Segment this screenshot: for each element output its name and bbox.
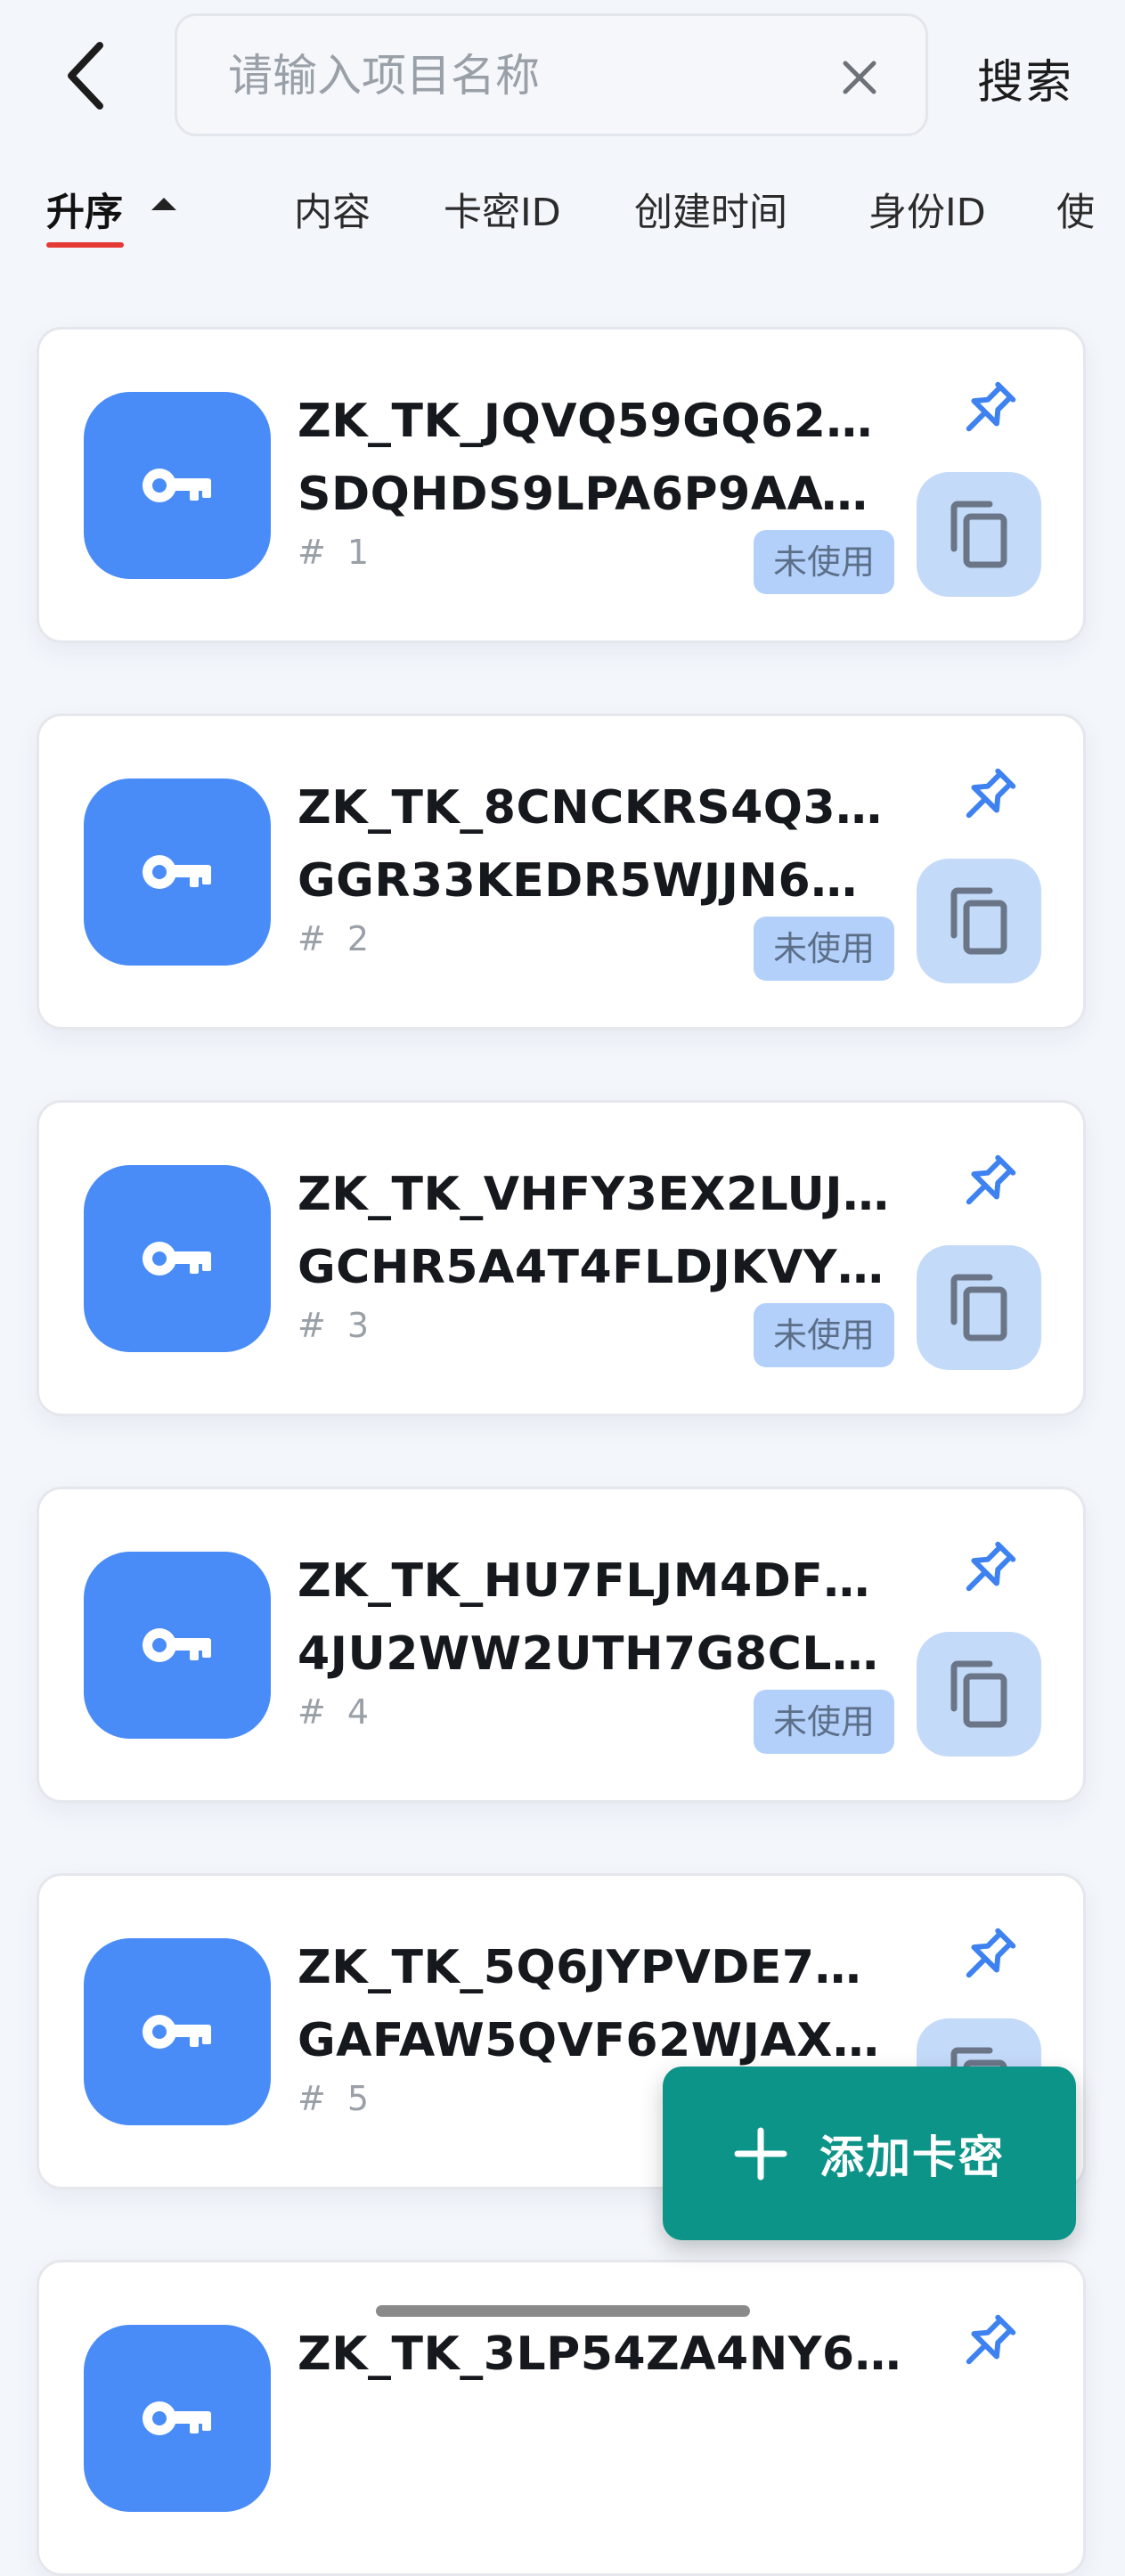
close-icon[interactable] [838, 56, 881, 99]
hash-icon: # [298, 919, 326, 958]
status-badge: 未使用 [754, 1303, 894, 1367]
card-secret-line-1: ZK_TK_HU7FLJM4DFV9E [298, 1554, 903, 1608]
hash-icon: # [298, 533, 326, 572]
key-tile [84, 779, 271, 966]
sort-option-more[interactable]: 使 [1056, 182, 1095, 237]
card-item[interactable]: ZK_TK_JQVQ59GQ62Y96 SDQHDS9LPA6P9AAW7… #… [37, 327, 1086, 643]
key-icon [143, 855, 211, 889]
card-index: #2 [298, 919, 369, 958]
card-index: #1 [298, 533, 369, 572]
key-tile [84, 1165, 271, 1352]
pin-icon[interactable] [952, 1147, 1023, 1219]
card-secret-line-1: ZK_TK_8CNCKRS4Q3FYT [298, 781, 903, 835]
key-icon [143, 2015, 211, 2049]
copy-button[interactable] [917, 472, 1041, 597]
copy-button[interactable] [917, 1632, 1041, 1757]
sort-option-identity-id[interactable]: 身份ID [868, 182, 986, 237]
sort-bar: 升序 内容 卡密ID 创建时间 身份ID 使 [0, 169, 1125, 254]
plus-icon [734, 2127, 787, 2180]
card-secret: ZK_TK_3LP54ZA4NY6HN [298, 2318, 903, 2391]
card-item[interactable]: ZK_TK_HU7FLJM4DFV9E 4JU2WW2UTH7G8CL7Z… #… [37, 1487, 1086, 1803]
back-button[interactable] [53, 36, 116, 116]
card-index-number: 2 [346, 919, 370, 958]
card-secret-line-2: SDQHDS9LPA6P9AAW7… [298, 468, 903, 521]
caret-up-icon [151, 198, 176, 210]
card-index: #5 [298, 2079, 369, 2118]
card-secret: ZK_TK_JQVQ59GQ62Y96 SDQHDS9LPA6P9AAW7… [298, 385, 903, 531]
key-icon [143, 1242, 211, 1276]
card-secret-line-2: GGR33KEDR5WJJN6M… [298, 854, 903, 908]
pin-icon[interactable] [952, 2307, 1023, 2378]
sort-option-card-id[interactable]: 卡密ID [444, 182, 561, 237]
sort-option-content[interactable]: 内容 [294, 182, 371, 237]
hash-icon: # [298, 2079, 326, 2118]
card-secret-line-1: ZK_TK_VHFY3EX2LUJNE [298, 1168, 903, 1221]
card-index-number: 3 [346, 1306, 370, 1345]
hash-icon: # [298, 1306, 326, 1345]
card-item[interactable]: ZK_TK_VHFY3EX2LUJNE GCHR5A4T4FLDJKVYP… #… [37, 1100, 1086, 1416]
copy-icon [950, 1274, 1007, 1341]
active-tab-underline [46, 242, 124, 248]
card-secret-line-1: ZK_TK_5Q6JYPVDE7WU4 [298, 1941, 903, 1994]
card-index-number: 5 [346, 2079, 370, 2118]
card-index-number: 1 [346, 533, 370, 572]
card-secret: ZK_TK_HU7FLJM4DFV9E 4JU2WW2UTH7G8CL7Z… [298, 1545, 903, 1691]
search-box [175, 13, 928, 136]
pin-icon[interactable] [952, 1534, 1023, 1605]
key-icon [143, 2401, 211, 2435]
pin-icon[interactable] [952, 374, 1023, 445]
status-badge: 未使用 [754, 1690, 894, 1754]
key-tile [84, 1938, 271, 2125]
card-secret-line-2: GCHR5A4T4FLDJKVYP… [298, 1241, 903, 1294]
copy-icon [950, 501, 1007, 568]
status-badge: 未使用 [754, 917, 894, 981]
search-button[interactable]: 搜索 [977, 45, 1073, 111]
card-secret-line-1: ZK_TK_JQVQ59GQ62Y96 [298, 395, 903, 448]
status-badge: 未使用 [754, 530, 894, 594]
key-tile [84, 2325, 271, 2512]
add-card-key-button[interactable]: 添加卡密 [663, 2067, 1076, 2240]
home-indicator[interactable] [376, 2305, 750, 2317]
card-index: #3 [298, 1306, 369, 1345]
pin-icon[interactable] [952, 761, 1023, 832]
card-secret-line-1: ZK_TK_3LP54ZA4NY6HN [298, 2327, 903, 2381]
key-icon [143, 469, 211, 502]
add-card-key-label: 添加卡密 [819, 2131, 1005, 2183]
sort-option-created-time[interactable]: 创建时间 [634, 182, 787, 237]
search-input[interactable] [226, 32, 800, 119]
key-tile [84, 392, 271, 579]
card-secret: ZK_TK_8CNCKRS4Q3FYT GGR33KEDR5WJJN6M… [298, 771, 903, 917]
hash-icon: # [298, 1692, 326, 1732]
card-index: #4 [298, 1692, 369, 1732]
card-item[interactable]: ZK_TK_8CNCKRS4Q3FYT GGR33KEDR5WJJN6M… #2… [37, 713, 1086, 1030]
sort-order-toggle[interactable]: 升序 [46, 182, 123, 237]
key-icon [143, 1628, 211, 1662]
card-secret-line-2: 4JU2WW2UTH7G8CL7Z… [298, 1627, 903, 1681]
card-secret: ZK_TK_VHFY3EX2LUJNE GCHR5A4T4FLDJKVYP… [298, 1158, 903, 1304]
copy-icon [950, 887, 1007, 955]
card-secret: ZK_TK_5Q6JYPVDE7WU4 GAFAW5QVF62WJAXT… [298, 1931, 903, 2077]
copy-icon [950, 1660, 1007, 1728]
chevron-left-icon [68, 42, 103, 110]
card-index-number: 4 [346, 1692, 370, 1732]
pin-icon[interactable] [952, 1920, 1023, 1992]
copy-button[interactable] [917, 859, 1041, 983]
key-tile [84, 1552, 271, 1739]
copy-button[interactable] [917, 1245, 1041, 1370]
